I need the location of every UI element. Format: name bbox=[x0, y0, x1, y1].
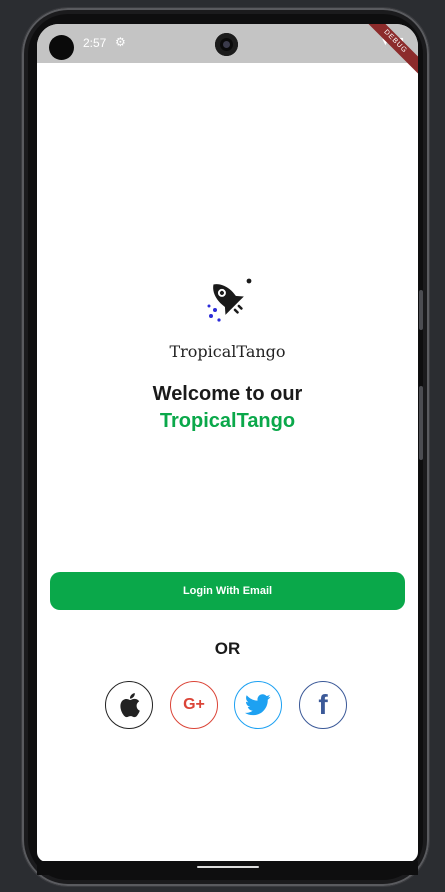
google-plus-icon: G+ bbox=[183, 696, 205, 713]
login-with-email-button[interactable]: Login With Email bbox=[50, 572, 405, 610]
app-name: TropicalTango bbox=[169, 342, 286, 361]
welcome-heading: Welcome to our bbox=[152, 383, 303, 405]
debug-banner: DEBUG bbox=[358, 24, 418, 79]
google-login-button[interactable]: G+ bbox=[170, 681, 218, 729]
rocket-icon bbox=[207, 278, 252, 322]
or-divider: OR bbox=[214, 639, 241, 658]
app-screen: 2:57 ⚙ ▼ ▮ DEBUG TropicalTango Welcome t… bbox=[37, 24, 418, 862]
apple-icon bbox=[120, 693, 140, 718]
login-button-label: Login With Email bbox=[182, 585, 273, 597]
home-gesture-handle[interactable] bbox=[197, 866, 259, 868]
status-time: 2:57 bbox=[83, 36, 107, 50]
brand-heading: TropicalTango bbox=[159, 410, 296, 432]
facebook-icon: f bbox=[318, 689, 328, 720]
front-camera bbox=[215, 33, 238, 56]
volume-button bbox=[419, 290, 423, 330]
power-button bbox=[419, 386, 423, 460]
twitter-login-button[interactable] bbox=[234, 681, 282, 729]
navigation-bar bbox=[37, 861, 418, 875]
status-bar: 2:57 ⚙ ▼ ▮ DEBUG bbox=[37, 24, 418, 79]
facebook-login-button[interactable]: f bbox=[299, 681, 347, 729]
gear-icon: ⚙ bbox=[115, 35, 126, 49]
twitter-icon bbox=[245, 694, 271, 716]
apple-login-button[interactable] bbox=[105, 681, 153, 729]
camera-cutout bbox=[49, 35, 74, 60]
